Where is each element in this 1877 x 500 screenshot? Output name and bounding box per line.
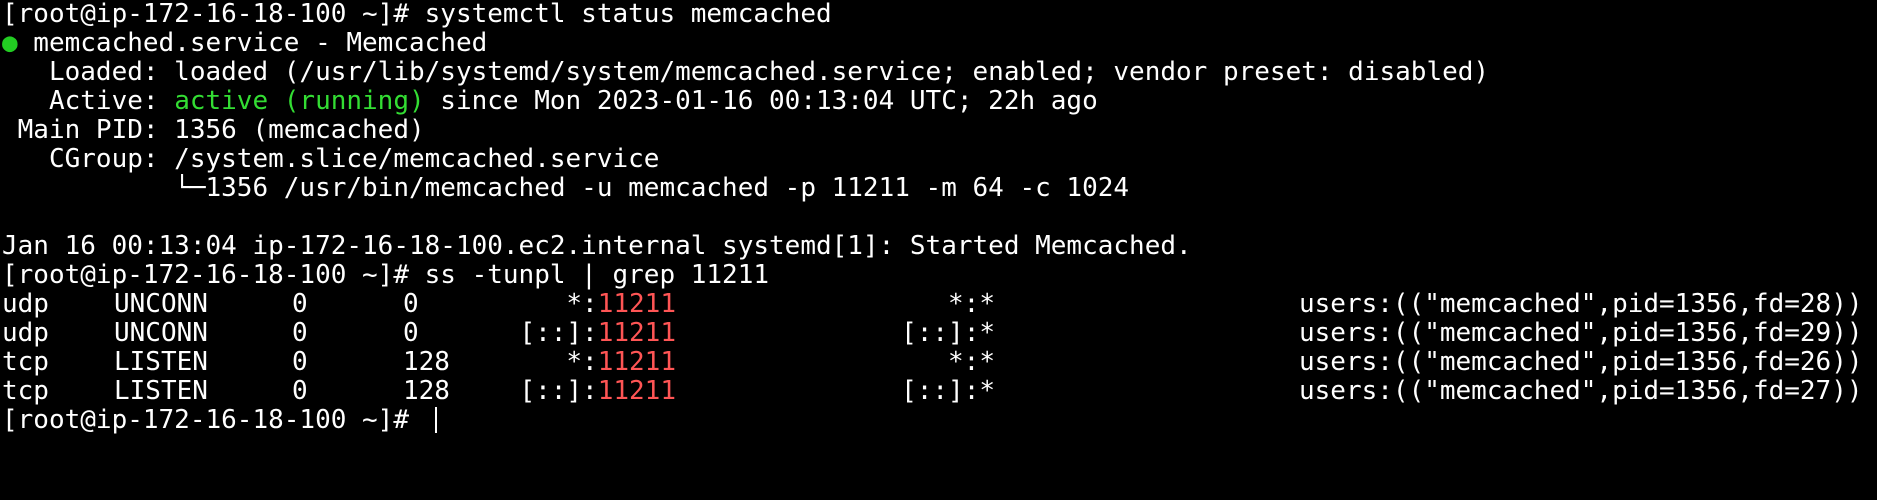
- socket-row: tcp LISTEN 0 128 *:11211 *:* users:(("me…: [2, 348, 1877, 377]
- socket-peer-address: [::]:*: [901, 376, 995, 406]
- socket-process: users:(("memcached",pid=1356,fd=27)): [1299, 376, 1863, 406]
- terminal-window[interactable]: [root@ip-172-16-18-100 ~]# systemctl sta…: [0, 0, 1877, 500]
- socket-peer-address: [::]:*: [901, 318, 995, 348]
- local-addr: [::]:: [519, 318, 598, 348]
- local-addr: [::]:: [519, 376, 598, 406]
- socket-row: udp UNCONN 0 0 [::]:11211 [::]:* users:(…: [2, 319, 1877, 348]
- local-addr: *:: [566, 289, 598, 319]
- service-title: memcached.service - Memcached: [17, 29, 488, 58]
- active-label: Active:: [2, 87, 175, 116]
- socket-local-address: [::]:11211: [516, 319, 676, 348]
- status-dot-icon: ●: [2, 29, 18, 58]
- socket-proto: tcp: [2, 347, 49, 377]
- service-header: ● memcached.service - Memcached: [2, 29, 1877, 58]
- socket-row: tcp LISTEN 0 128 [::]:11211 [::]:* users…: [2, 377, 1877, 406]
- local-port: 11211: [597, 289, 676, 319]
- socket-recvq: 0: [292, 289, 308, 319]
- socket-sendq: 0: [403, 318, 419, 348]
- socket-state: UNCONN: [114, 289, 208, 319]
- loaded-line: Loaded: loaded (/usr/lib/systemd/system/…: [2, 58, 1490, 87]
- command-text: systemctl status memcached: [424, 0, 832, 29]
- command-line-1: [root@ip-172-16-18-100 ~]# systemctl sta…: [2, 0, 1877, 29]
- command-line-2: [root@ip-172-16-18-100 ~]# ss -tunpl | g…: [2, 261, 1877, 290]
- socket-local-address: *:11211: [516, 348, 676, 377]
- active-state: active (running): [174, 87, 425, 116]
- active-since: since Mon 2023-01-16 00:13:04 UTC; 22h a…: [424, 87, 1098, 116]
- command-line-3[interactable]: [root@ip-172-16-18-100 ~]#: [2, 406, 1877, 435]
- command-text: ss -tunpl | grep 11211: [424, 261, 770, 290]
- socket-proto: udp: [2, 289, 49, 319]
- socket-row: udp UNCONN 0 0 *:11211 *:* users:(("memc…: [2, 290, 1877, 319]
- local-port: 11211: [597, 376, 676, 406]
- cgroup-line: CGroup: /system.slice/memcached.service: [2, 145, 660, 174]
- active-line: Active: active (running) since Mon 2023-…: [2, 87, 1877, 116]
- socket-proto: tcp: [2, 376, 49, 406]
- socket-sendq: 128: [403, 376, 450, 406]
- socket-state: LISTEN: [114, 347, 208, 377]
- socket-recvq: 0: [292, 376, 308, 406]
- cgroup-tree-line: └─1356 /usr/bin/memcached -u memcached -…: [2, 174, 1130, 203]
- shell-prompt: [root@ip-172-16-18-100 ~]#: [2, 406, 425, 435]
- shell-prompt: [root@ip-172-16-18-100 ~]#: [2, 0, 425, 29]
- socket-peer-address: *:*: [948, 347, 995, 377]
- shell-prompt: [root@ip-172-16-18-100 ~]#: [2, 261, 425, 290]
- local-port: 11211: [597, 347, 676, 377]
- journal-log-line: Jan 16 00:13:04 ip-172-16-18-100.ec2.int…: [2, 232, 1192, 261]
- socket-proto: udp: [2, 318, 49, 348]
- socket-state: UNCONN: [114, 318, 208, 348]
- socket-sendq: 128: [403, 347, 450, 377]
- socket-process: users:(("memcached",pid=1356,fd=29)): [1299, 318, 1863, 348]
- socket-process: users:(("memcached",pid=1356,fd=28)): [1299, 289, 1863, 319]
- main-pid-line: Main PID: 1356 (memcached): [2, 116, 425, 145]
- socket-state: LISTEN: [114, 376, 208, 406]
- socket-local-address: [::]:11211: [516, 377, 676, 406]
- socket-local-address: *:11211: [516, 290, 676, 319]
- text-cursor[interactable]: [434, 407, 437, 433]
- socket-process: users:(("memcached",pid=1356,fd=26)): [1299, 347, 1863, 377]
- local-addr: *:: [566, 347, 598, 377]
- socket-sendq: 0: [403, 289, 419, 319]
- socket-peer-address: *:*: [948, 289, 995, 319]
- local-port: 11211: [597, 318, 676, 348]
- socket-recvq: 0: [292, 318, 308, 348]
- socket-recvq: 0: [292, 347, 308, 377]
